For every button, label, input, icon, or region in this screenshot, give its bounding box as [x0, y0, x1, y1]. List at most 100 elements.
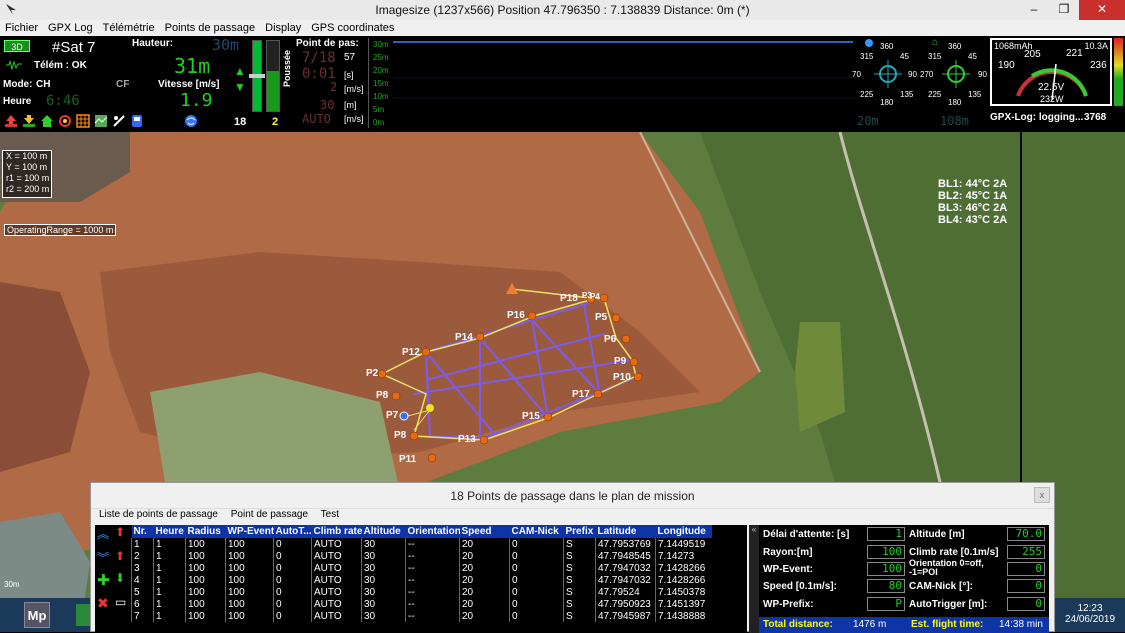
wp-alt-unit: [m/s] [344, 114, 364, 124]
wp-label[interactable]: P6 [604, 334, 616, 345]
sd-card-icon[interactable] [130, 114, 144, 128]
table-cell: 100 [225, 550, 274, 562]
calibrate-icon[interactable] [112, 114, 126, 128]
wp-label[interactable]: P14 [455, 332, 473, 343]
orientation-input[interactable]: 0 [1007, 562, 1045, 576]
globe-icon[interactable] [184, 114, 198, 128]
home-icon[interactable] [40, 114, 54, 128]
wp-label[interactable]: P2 [366, 368, 378, 379]
wp-label[interactable]: P12 [402, 347, 420, 358]
grid-icon[interactable] [76, 114, 90, 128]
thrust-bar [266, 40, 280, 112]
table-cell: 0 [509, 538, 564, 550]
wp-label[interactable]: P4 [590, 292, 600, 301]
alt-tick: 0m [373, 118, 385, 127]
mp-app-button[interactable]: Mp [24, 602, 50, 628]
restore-button[interactable]: ❐ [1049, 0, 1079, 20]
download-icon[interactable] [22, 114, 36, 128]
minimize-button[interactable]: – [1019, 0, 1049, 20]
rayon-input[interactable]: 100 [867, 545, 905, 559]
upload-all-icon[interactable]: ⬆ [115, 549, 125, 563]
table-row[interactable]: 6 1 100 100 0 AUTO 30 -- 20 0 S 47.7950923 7.1451397 [131, 598, 712, 610]
table-cell: 100 [225, 538, 274, 550]
table-cell: 100 [225, 586, 274, 598]
table-cell: 1 [153, 574, 186, 586]
menu-telemetrie[interactable]: Télémétrie [98, 20, 160, 34]
menu-gpx-log[interactable]: GPX Log [43, 20, 98, 34]
menu-fichier[interactable]: Fichier [0, 20, 43, 34]
column-header[interactable]: AutoT... [273, 525, 312, 538]
move-down-icon[interactable]: ︾ [97, 549, 109, 566]
wp-label[interactable]: P16 [507, 310, 525, 321]
altitude-input[interactable]: 70.0 [1007, 527, 1045, 541]
speed-input[interactable]: 80 [867, 579, 905, 593]
column-header[interactable]: CAM-Nick [509, 525, 564, 538]
climb-input[interactable]: 255 [1007, 545, 1045, 559]
table-cell: AUTO [311, 562, 362, 574]
menu-gps-coordinates[interactable]: GPS coordinates [306, 20, 399, 34]
delete-wp-icon[interactable]: ✖ [97, 595, 109, 612]
column-header[interactable]: Prefix [563, 525, 596, 538]
table-row[interactable]: 7 1 100 100 0 AUTO 30 -- 20 0 S 47.7945987 7.1438888 [131, 610, 712, 622]
download-wp-icon[interactable]: ⬇ [115, 571, 125, 585]
close-button[interactable]: ✕ [1079, 0, 1125, 20]
wp-label[interactable]: P18 [560, 293, 578, 304]
table-cell: -- [405, 574, 460, 586]
wp-label[interactable]: P10 [613, 372, 631, 383]
table-row[interactable]: 2 1 100 100 0 AUTO 30 -- 20 0 S 47.7948545 7.14273 [131, 550, 712, 562]
menu-waypoint[interactable]: Point de passage [231, 509, 308, 520]
rayon-label: Rayon:[m] [763, 547, 813, 558]
excel-app-icon[interactable] [76, 604, 90, 626]
waypoint-table[interactable]: Nr. Heure Radius WP-Event AutoT... Climb rate… [131, 525, 747, 633]
column-header[interactable]: Longitude [655, 525, 712, 538]
camnick-input[interactable]: 0 [1007, 579, 1045, 593]
column-header[interactable]: Climb rate [311, 525, 362, 538]
wp-label[interactable]: P17 [572, 389, 590, 400]
table-row[interactable]: 3 1 100 100 0 AUTO 30 -- 20 0 S 47.7947032 7.1428266 [131, 562, 712, 574]
collapse-handle[interactable]: « [749, 525, 759, 633]
wp-label[interactable]: P5 [595, 312, 607, 323]
column-header[interactable]: Latitude [595, 525, 656, 538]
alt-tick: 10m [373, 92, 389, 101]
menu-test[interactable]: Test [321, 509, 339, 520]
menu-display[interactable]: Display [260, 20, 306, 34]
wp-label[interactable]: P13 [458, 434, 476, 445]
wp-label[interactable]: P8 [376, 390, 388, 401]
wp-label[interactable]: P7 [386, 410, 398, 421]
prefix-input[interactable]: P [867, 597, 905, 611]
table-row[interactable]: 4 1 100 100 0 AUTO 30 -- 20 0 S 47.7947032 7.1428266 [131, 574, 712, 586]
menu-waypoint-list[interactable]: Liste de points de passage [99, 509, 218, 520]
map-icon[interactable] [94, 114, 108, 128]
menu-points-de-passage[interactable]: Points de passage [160, 20, 261, 34]
wp-label[interactable]: P9 [614, 356, 626, 367]
table-cell: 7 [131, 610, 154, 622]
table-row[interactable]: 5 1 100 100 0 AUTO 30 -- 20 0 S 47.79524 7.1450378 [131, 586, 712, 598]
upload-wp-icon[interactable]: ⬆ [115, 525, 125, 539]
gps-3d-badge: 3D [4, 40, 30, 52]
column-header[interactable]: Radius [185, 525, 226, 538]
move-up-icon[interactable]: ︽ [97, 525, 109, 542]
home-direction-needle [942, 60, 970, 88]
column-header[interactable]: Altitude [361, 525, 406, 538]
column-header[interactable]: Orientation [405, 525, 460, 538]
sd-save-icon[interactable]: ▭ [115, 595, 126, 609]
table-row[interactable]: 1 1 100 100 0 AUTO 30 -- 20 0 S 47.7953769 7.1449519 [131, 538, 712, 550]
autotrigger-input[interactable]: 0 [1007, 597, 1045, 611]
column-header[interactable]: Heure [153, 525, 186, 538]
heure-label: Heure [3, 96, 32, 107]
wpevent-input[interactable]: 100 [867, 562, 905, 576]
antenna-icon[interactable] [58, 114, 72, 128]
throttle-slider[interactable] [249, 74, 265, 78]
upload-icon[interactable] [4, 114, 18, 128]
add-wp-icon[interactable]: ✚ [97, 571, 110, 589]
delai-input[interactable]: 1 [867, 527, 905, 541]
column-header[interactable]: WP-Event [225, 525, 274, 538]
wp-label[interactable]: P15 [522, 411, 540, 422]
column-header[interactable]: Nr. [131, 525, 154, 538]
wp-label[interactable]: P8 [394, 430, 406, 441]
wp-label[interactable]: P11 [399, 454, 416, 465]
climb-label: Climb rate [0.1m/s] [909, 547, 999, 558]
column-header[interactable]: Speed [459, 525, 510, 538]
compass-2: 360 315 45 270 90 225 135 180 [920, 42, 987, 107]
dialog-close-button[interactable]: x [1034, 487, 1050, 503]
